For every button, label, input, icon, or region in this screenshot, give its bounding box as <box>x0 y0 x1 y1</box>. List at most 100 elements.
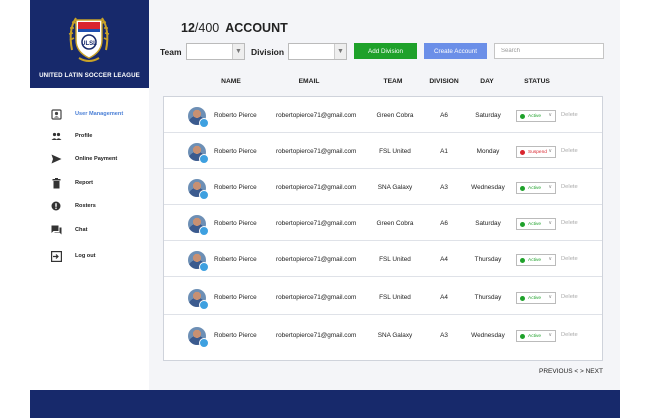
status-select[interactable]: Suspend ∨ <box>516 146 556 158</box>
logout-icon <box>50 250 62 262</box>
sidebar-item-label: Profile <box>75 133 93 139</box>
page-title: 12/400 ACCOUNT <box>181 21 288 35</box>
cell-division: A4 <box>440 256 448 263</box>
sidebar-item-log-out[interactable]: Log out <box>30 247 149 265</box>
sidebar-item-chat[interactable]: Chat <box>30 221 149 239</box>
cell-email: robertopierce71@gmail.com <box>276 184 357 191</box>
chevron-down-icon: ∨ <box>548 220 552 226</box>
sidebar-item-label: Rosters <box>75 203 96 209</box>
cell-team: FSL United <box>379 256 411 263</box>
sidebar-item-online-payment[interactable]: Online Payment <box>30 150 149 168</box>
account-total: /400 <box>194 21 220 35</box>
cell-day: Wednesday <box>471 332 505 339</box>
team-select[interactable]: ▼ <box>186 43 245 60</box>
sidebar-item-user-management[interactable]: User Management <box>30 105 149 123</box>
table-row: Roberto Pierce robertopierce71@gmail.com… <box>164 279 602 315</box>
cell-team: FSL United <box>379 294 411 301</box>
status-dot-icon <box>520 295 525 301</box>
accounts-table: Roberto Pierce robertopierce71@gmail.com… <box>163 96 603 361</box>
status-text: Active <box>528 185 542 191</box>
sidebar-item-rosters[interactable]: Rosters <box>30 197 149 215</box>
main-content: 12/400 ACCOUNT Team ▼ Division ▼ Add Divi… <box>149 0 620 390</box>
cell-division: A3 <box>440 184 448 191</box>
table-row: Roberto Pierce robertopierce71@gmail.com… <box>164 97 602 133</box>
status-dot-icon <box>520 149 525 155</box>
delete-button[interactable]: Delete <box>561 294 578 300</box>
status-select[interactable]: Active ∨ <box>516 182 556 194</box>
delete-button[interactable]: Delete <box>561 112 578 118</box>
team-filter-label: Team <box>160 47 182 57</box>
delete-button[interactable]: Delete <box>561 256 578 262</box>
add-division-button[interactable]: Add Division <box>354 43 417 59</box>
chevron-down-icon: ∨ <box>548 184 552 190</box>
people-icon <box>50 130 62 142</box>
status-select[interactable]: Active ∨ <box>516 110 556 122</box>
cell-name: Roberto Pierce <box>214 220 257 227</box>
cell-day: Thursday <box>474 294 502 301</box>
status-dot-icon <box>520 257 525 263</box>
table-row: Roberto Pierce robertopierce71@gmail.com… <box>164 317 602 353</box>
page-title-text: ACCOUNT <box>225 21 288 35</box>
avatar <box>188 251 209 272</box>
cell-team: Green Cobra <box>376 112 414 119</box>
delete-button[interactable]: Delete <box>561 184 578 190</box>
division-select[interactable]: ▼ <box>288 43 347 60</box>
table-row: Roberto Pierce robertopierce71@gmail.com… <box>164 205 602 241</box>
cell-email: robertopierce71@gmail.com <box>276 148 357 155</box>
chevron-down-icon: ∨ <box>548 256 552 262</box>
cell-team: SNA Galaxy <box>377 332 413 339</box>
caret-down-icon: ▼ <box>334 44 346 59</box>
column-header-email: EMAIL <box>298 78 320 85</box>
cell-name: Roberto Pierce <box>214 332 257 339</box>
status-select[interactable]: Active ∨ <box>516 218 556 230</box>
footer-bar <box>30 390 620 418</box>
status-dot-icon <box>520 185 525 191</box>
search-input[interactable] <box>494 43 604 59</box>
cell-name: Roberto Pierce <box>214 256 257 263</box>
delete-button[interactable]: Delete <box>561 220 578 226</box>
caret-down-icon: ▼ <box>232 44 244 59</box>
sidebar-item-report[interactable]: Report <box>30 174 149 192</box>
status-select[interactable]: Active ∨ <box>516 254 556 266</box>
chevron-down-icon: ∨ <box>548 294 552 300</box>
sidebar-item-label: Online Payment <box>75 156 118 162</box>
sidebar-item-label: User Management <box>75 111 124 117</box>
pagination[interactable]: PREVIOUS < > NEXT <box>539 368 603 375</box>
cell-email: robertopierce71@gmail.com <box>276 332 357 339</box>
sidebar-item-label: Chat <box>75 227 88 233</box>
status-dot-icon <box>520 113 525 119</box>
sidebar-item-profile[interactable]: Profile <box>30 127 149 145</box>
sidebar: User Management Profile Online Payment R… <box>30 88 149 390</box>
brand-name: UNITED LATIN SOCCER LEAGUE <box>39 72 140 79</box>
chevron-down-icon: ∨ <box>548 112 552 118</box>
status-select[interactable]: Active ∨ <box>516 330 556 342</box>
status-text: Active <box>528 333 542 339</box>
chat-icon <box>50 224 62 236</box>
delete-button[interactable]: Delete <box>561 148 578 154</box>
cell-division: A6 <box>440 220 448 227</box>
send-icon <box>50 153 62 165</box>
chevron-down-icon: ∨ <box>548 148 552 154</box>
create-account-button[interactable]: Create Account <box>424 43 487 59</box>
cell-name: Roberto Pierce <box>214 112 257 119</box>
cell-day: Monday <box>476 148 500 155</box>
division-filter-label: Division <box>251 47 285 57</box>
chevron-down-icon: ∨ <box>548 332 552 338</box>
alert-circle-icon <box>50 200 62 212</box>
cell-email: robertopierce71@gmail.com <box>276 256 357 263</box>
status-text: Active <box>528 113 542 119</box>
cell-day: Wednesday <box>471 184 505 191</box>
delete-button[interactable]: Delete <box>561 332 578 338</box>
avatar <box>188 289 209 310</box>
status-select[interactable]: Active ∨ <box>516 292 556 304</box>
cell-name: Roberto Pierce <box>214 148 257 155</box>
cell-division: A1 <box>440 148 448 155</box>
cell-team: FSL United <box>379 148 411 155</box>
column-header-division: DIVISION <box>429 78 459 85</box>
status-dot-icon <box>520 221 525 227</box>
status-text: Active <box>528 221 542 227</box>
table-row: Roberto Pierce robertopierce71@gmail.com… <box>164 133 602 169</box>
user-shield-icon <box>50 108 62 120</box>
table-row: Roberto Pierce robertopierce71@gmail.com… <box>164 169 602 205</box>
cell-day: Saturday <box>475 112 501 119</box>
